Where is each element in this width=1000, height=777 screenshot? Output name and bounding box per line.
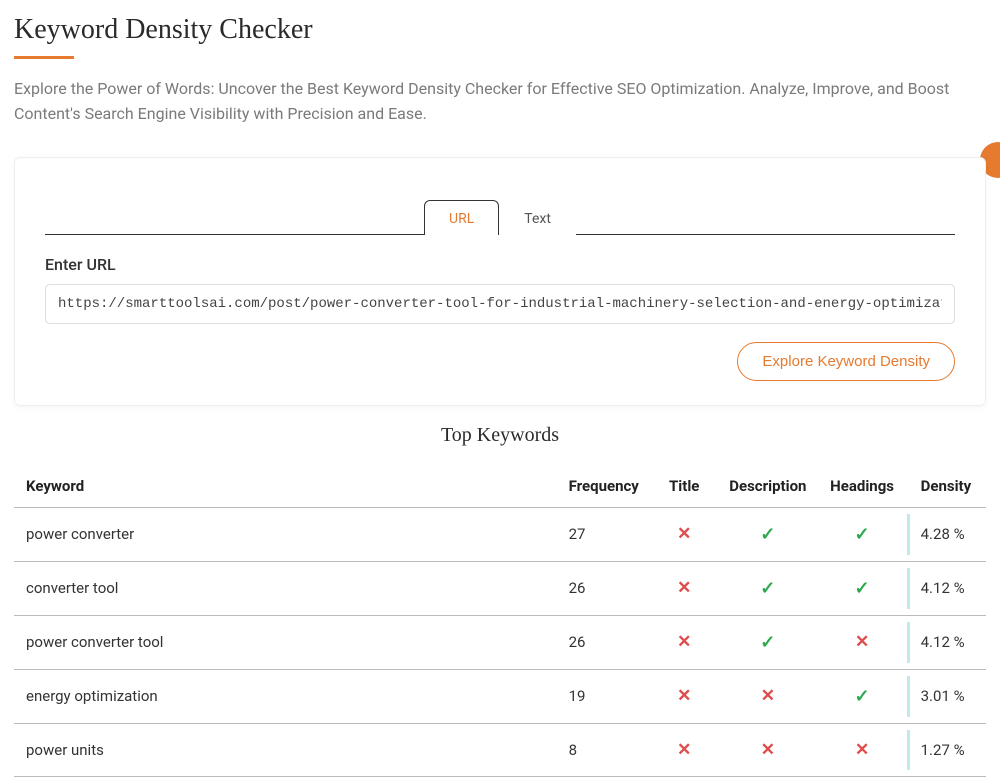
cross-icon: ✕ bbox=[677, 578, 691, 598]
check-icon: ✓ bbox=[760, 578, 775, 599]
table-row: power converter27 ✕ ✓ ✓ 4.28 % bbox=[14, 507, 986, 561]
cell-keyword: power converter tool bbox=[14, 615, 561, 669]
check-icon: ✓ bbox=[855, 524, 870, 545]
cell-density: 4.12 % bbox=[907, 561, 986, 615]
input-card: URL Text Enter URL Explore Keyword Densi… bbox=[14, 157, 986, 406]
cell-density: 4.12 % bbox=[907, 615, 986, 669]
cross-icon: ✕ bbox=[677, 632, 691, 652]
table-row: converter tool26 ✕ ✓ ✓ 4.12 % bbox=[14, 561, 986, 615]
cell-description: ✓ bbox=[718, 615, 817, 669]
cross-icon: ✕ bbox=[761, 686, 775, 706]
cell-description: ✓ bbox=[718, 507, 817, 561]
cell-frequency: 26 bbox=[561, 615, 651, 669]
tab-text[interactable]: Text bbox=[499, 200, 576, 235]
cell-density: 3.01 % bbox=[907, 669, 986, 723]
cell-keyword: energy optimization bbox=[14, 669, 561, 723]
cell-headings: ✓ bbox=[818, 507, 907, 561]
table-header-row: Keyword Frequency Title Description Head… bbox=[14, 465, 986, 508]
table-row: power converter tool26 ✕ ✓ ✕ 4.12 % bbox=[14, 615, 986, 669]
col-description: Description bbox=[718, 465, 817, 508]
cell-description: ✕ bbox=[718, 669, 817, 723]
col-frequency: Frequency bbox=[561, 465, 651, 508]
cell-title: ✕ bbox=[650, 507, 718, 561]
cell-keyword: power converter bbox=[14, 507, 561, 561]
cell-density: 4.28 % bbox=[907, 507, 986, 561]
page-subtitle: Explore the Power of Words: Uncover the … bbox=[14, 77, 986, 127]
cell-headings: ✕ bbox=[818, 615, 907, 669]
results-title: Top Keywords bbox=[14, 424, 986, 447]
cell-keyword: converter tool bbox=[14, 561, 561, 615]
cross-icon: ✕ bbox=[677, 686, 691, 706]
explore-button[interactable]: Explore Keyword Density bbox=[737, 342, 955, 381]
cell-headings: ✓ bbox=[818, 561, 907, 615]
tab-url[interactable]: URL bbox=[424, 200, 499, 235]
cell-description: ✓ bbox=[718, 561, 817, 615]
col-keyword: Keyword bbox=[14, 465, 561, 508]
table-row: energy optimization19 ✕ ✕ ✓ 3.01 % bbox=[14, 669, 986, 723]
cell-title: ✕ bbox=[650, 669, 718, 723]
col-headings: Headings bbox=[818, 465, 907, 508]
check-icon: ✓ bbox=[855, 578, 870, 599]
title-accent bbox=[14, 56, 74, 59]
url-input[interactable] bbox=[45, 284, 955, 324]
col-density: Density bbox=[907, 465, 986, 508]
check-icon: ✓ bbox=[760, 524, 775, 545]
cell-frequency: 26 bbox=[561, 561, 651, 615]
cell-headings: ✓ bbox=[818, 669, 907, 723]
cell-title: ✕ bbox=[650, 615, 718, 669]
col-title: Title bbox=[650, 465, 718, 508]
page-title: Keyword Density Checker bbox=[14, 14, 986, 46]
url-label: Enter URL bbox=[45, 255, 955, 274]
cell-frequency: 19 bbox=[561, 669, 651, 723]
check-icon: ✓ bbox=[760, 632, 775, 653]
cross-icon: ✕ bbox=[855, 632, 869, 652]
keywords-table: Keyword Frequency Title Description Head… bbox=[14, 465, 986, 777]
tabs: URL Text bbox=[45, 200, 955, 235]
cross-icon: ✕ bbox=[677, 524, 691, 544]
check-icon: ✓ bbox=[855, 686, 870, 707]
cell-title: ✕ bbox=[650, 561, 718, 615]
cell-frequency: 27 bbox=[561, 507, 651, 561]
